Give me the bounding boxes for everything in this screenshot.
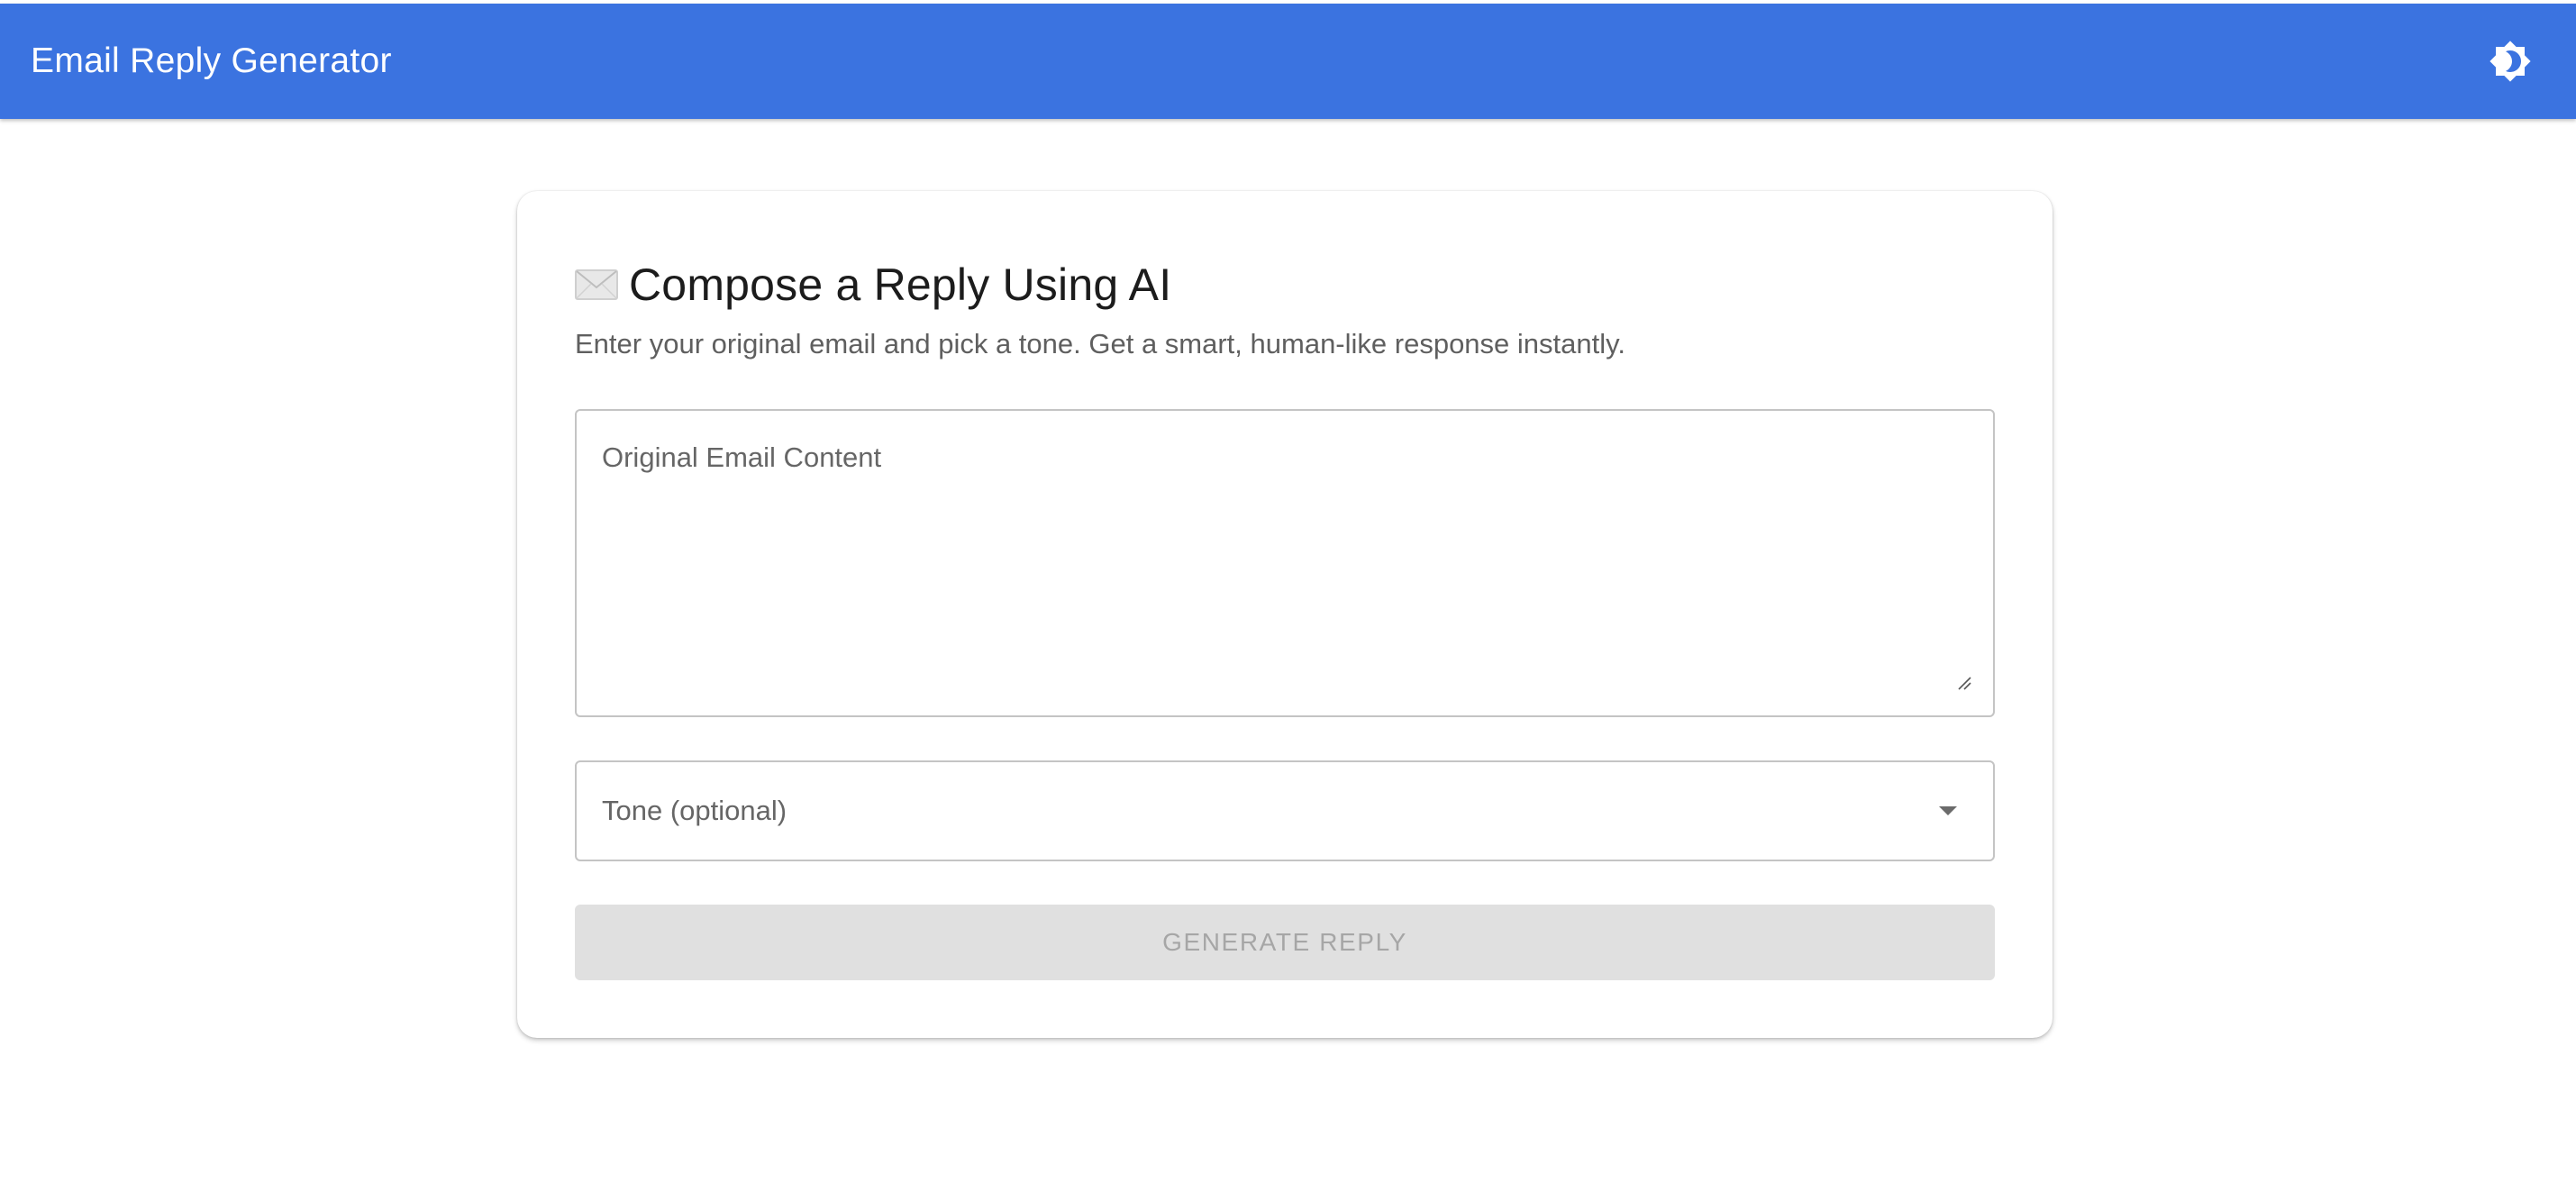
resize-handle-icon[interactable]	[1955, 674, 1971, 690]
generate-reply-button[interactable]: Generate Reply	[575, 905, 1995, 980]
card-heading-row: Compose a Reply Using AI	[575, 252, 1171, 317]
original-email-input[interactable]: Original Email Content	[575, 409, 1995, 717]
envelope-icon	[575, 269, 618, 300]
app-title: Email Reply Generator	[31, 41, 392, 80]
original-email-placeholder: Original Email Content	[602, 441, 882, 473]
card-subtitle: Enter your original email and pick a ton…	[575, 328, 1625, 359]
compose-card: Compose a Reply Using AI Enter your orig…	[517, 191, 2053, 1038]
card-heading: Compose a Reply Using AI	[629, 259, 1172, 310]
tone-select-label: Tone (optional)	[602, 795, 787, 826]
brightness-toggle-icon	[2490, 41, 2531, 82]
tone-select[interactable]: Tone (optional)	[575, 760, 1995, 861]
dropdown-arrow-icon	[1939, 806, 1957, 815]
theme-toggle-button[interactable]	[2480, 32, 2540, 91]
app-bar: Email Reply Generator	[0, 4, 2576, 119]
